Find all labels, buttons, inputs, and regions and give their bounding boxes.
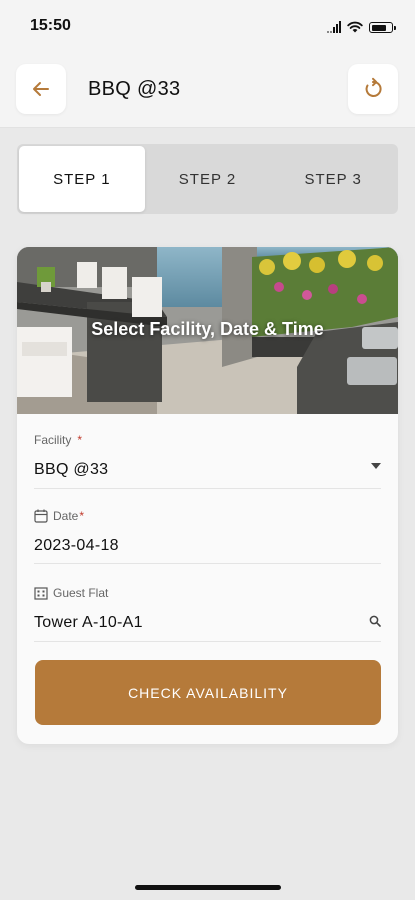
step-tabs: STEP 1 STEP 2 STEP 3 (17, 144, 398, 214)
facility-label: Facility * (34, 433, 83, 447)
tab-step-2[interactable]: STEP 2 (145, 146, 271, 212)
refresh-button[interactable] (348, 64, 398, 114)
search-icon[interactable] (369, 615, 381, 627)
hero-title: Select Facility, Date & Time (91, 319, 324, 339)
facility-select[interactable]: Facility * BBQ @33 (34, 433, 381, 489)
booking-card: Select Facility, Date & Time Facility * B… (17, 247, 398, 744)
refresh-icon (365, 77, 382, 97)
guest-flat-value: Tower A-10-A1 (34, 614, 143, 631)
caret-down-icon (371, 463, 381, 469)
check-availability-button[interactable]: CHECK AVAILABILITY (35, 660, 381, 725)
tab-step-1[interactable]: STEP 1 (19, 146, 145, 212)
signal-icon (327, 21, 341, 33)
home-indicator[interactable] (135, 885, 281, 890)
date-label: Date* (34, 509, 381, 523)
facility-hero-image: Select Facility, Date & Time (17, 247, 398, 414)
calendar-icon (34, 509, 48, 523)
building-icon (34, 587, 48, 600)
status-time: 15:50 (30, 17, 71, 34)
guest-flat-label: Guest Flat (34, 586, 381, 600)
status-icons (327, 19, 396, 33)
tab-step-3[interactable]: STEP 3 (270, 146, 396, 212)
app-header: BBQ @33 (0, 50, 415, 128)
page-title: BBQ @33 (88, 78, 181, 100)
facility-value: BBQ @33 (34, 461, 109, 478)
back-button[interactable] (16, 64, 66, 114)
status-bar: 15:50 (0, 0, 415, 50)
wifi-icon (347, 21, 363, 33)
battery-icon (369, 22, 396, 33)
date-field[interactable]: Date* 2023-04-18 (34, 509, 381, 564)
date-value: 2023-04-18 (34, 537, 119, 554)
arrow-left-icon (33, 82, 49, 96)
guest-flat-field[interactable]: Guest Flat Tower A-10-A1 (34, 586, 381, 642)
